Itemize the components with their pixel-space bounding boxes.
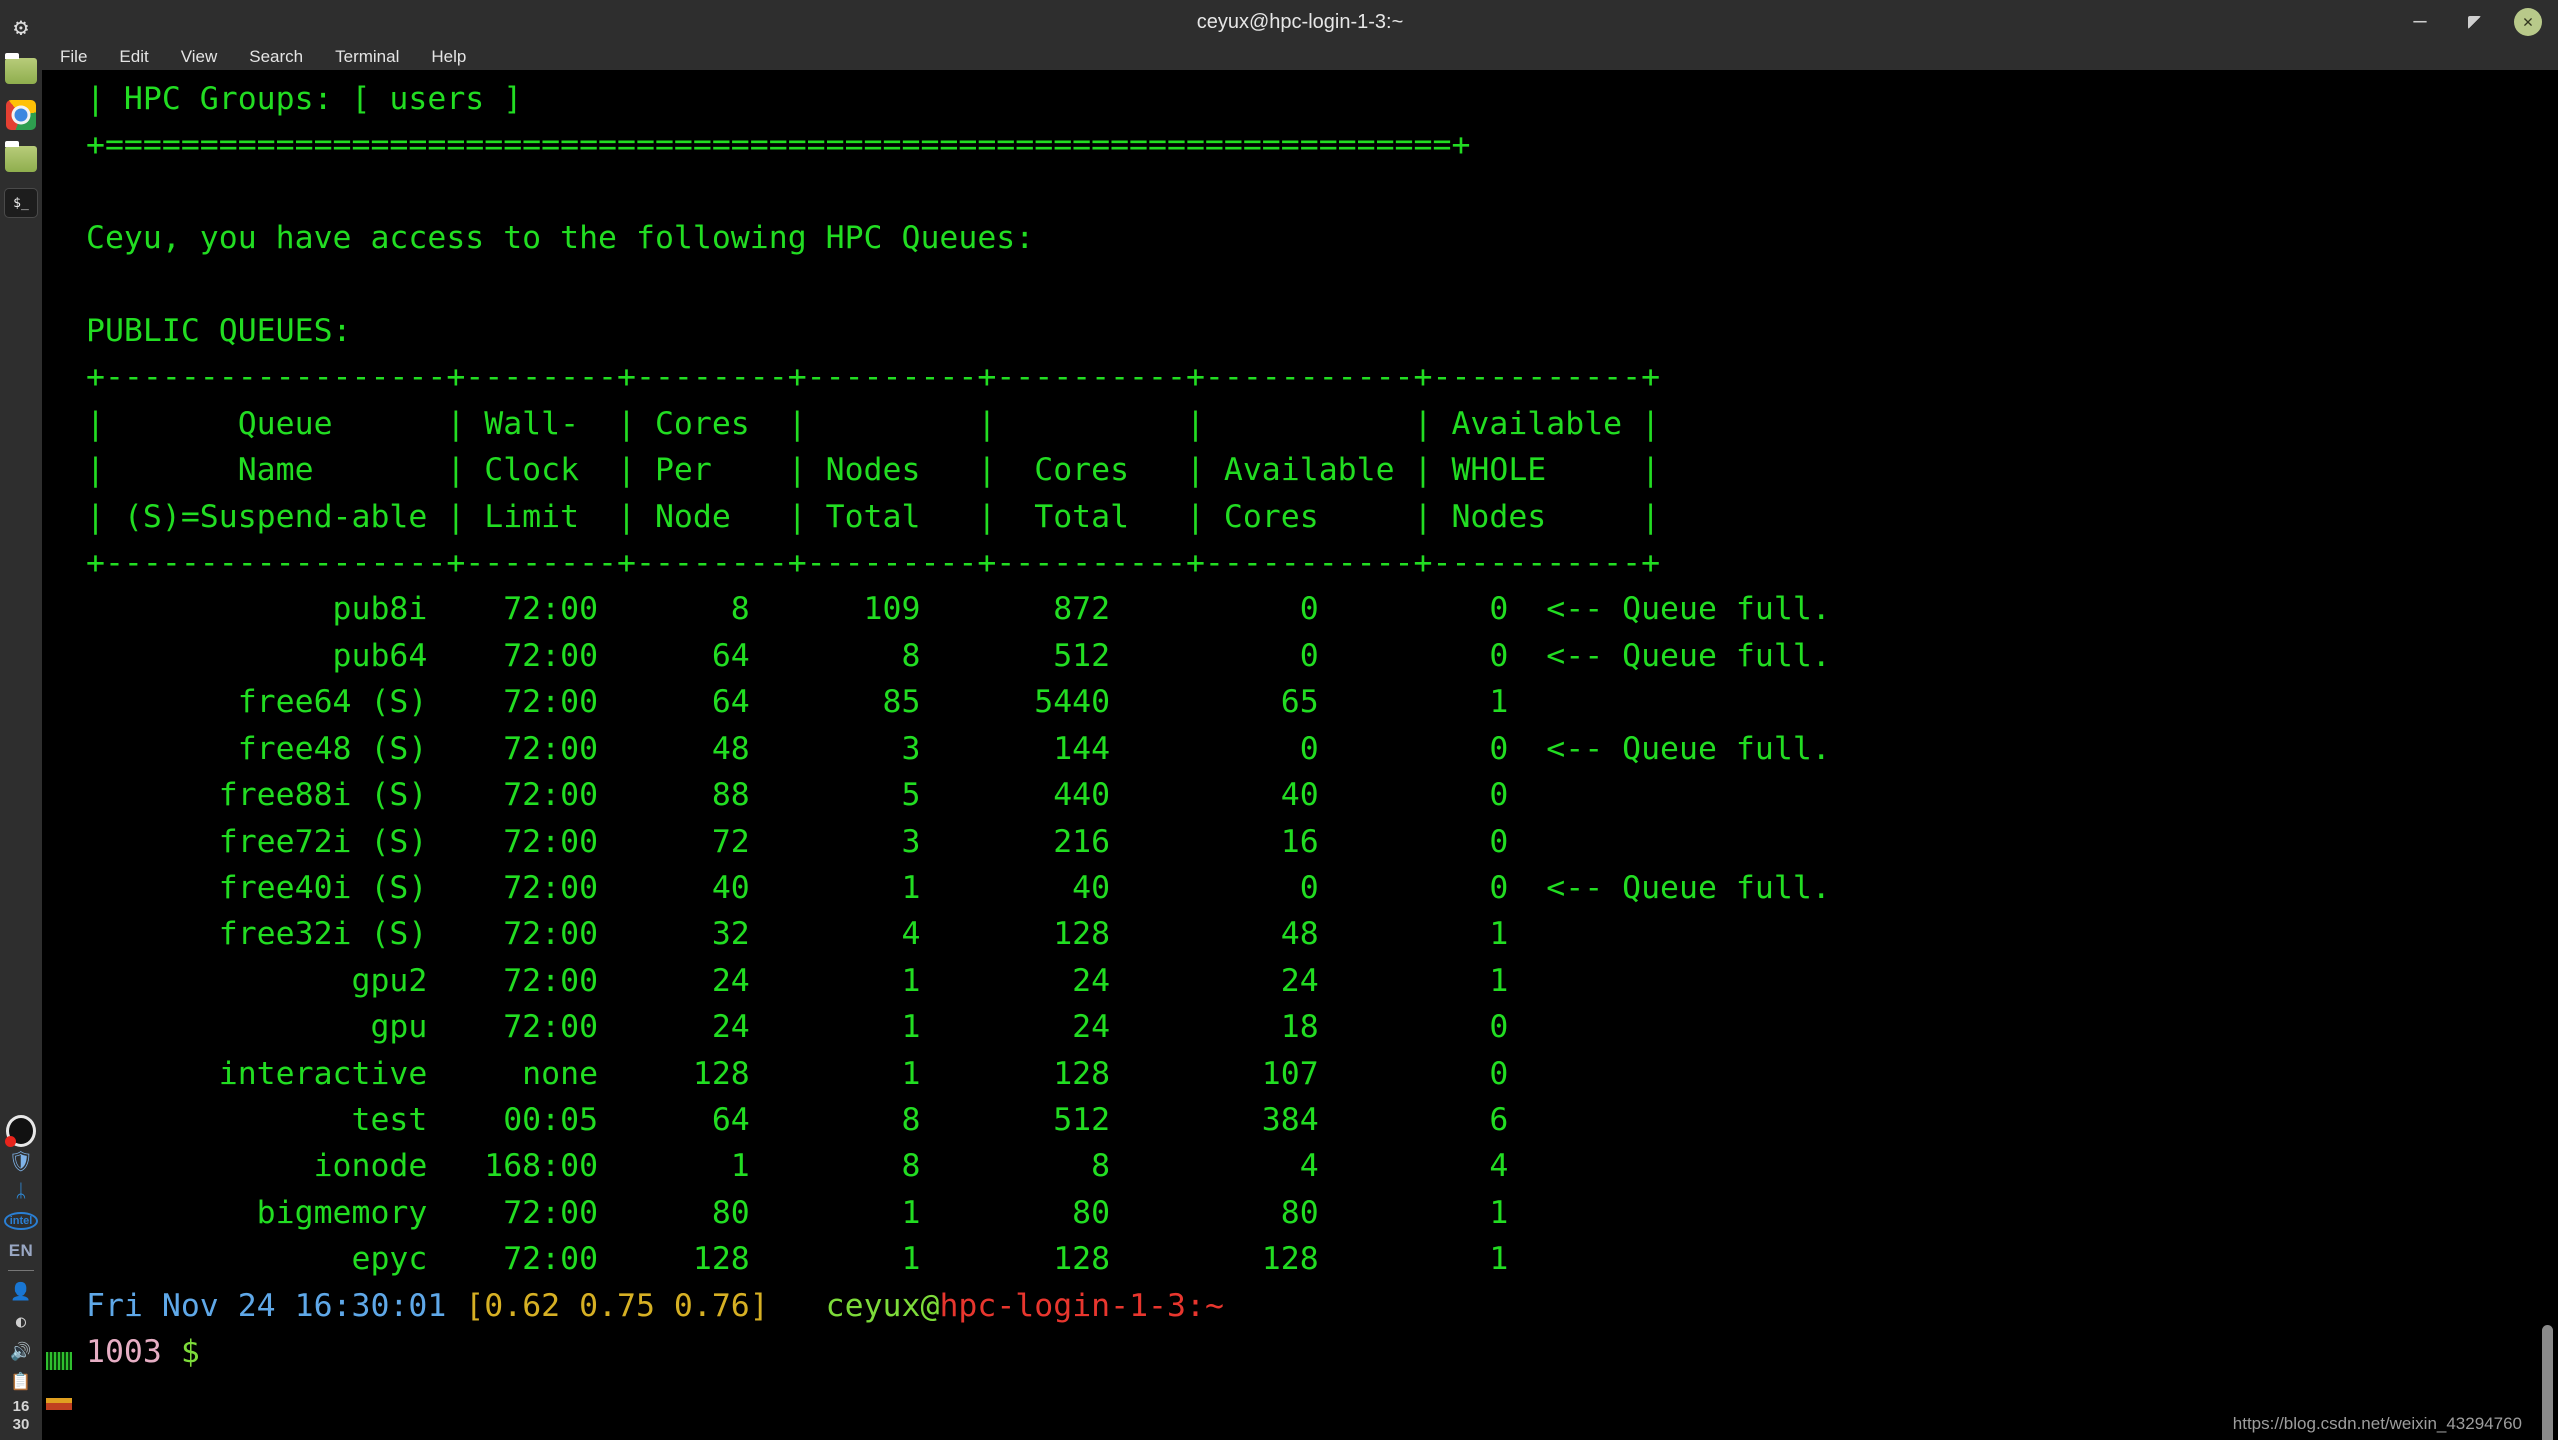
queue-table-row: free48 (S) 72:00 48 3 144 0 0 <-- Queue … xyxy=(42,726,2558,772)
menu-search[interactable]: Search xyxy=(245,46,307,68)
desktop-root: ⚙ $_ 🛡 ᛦ intel EN 👤 ◐ 🔊 📋 16 30 ceyux@hp… xyxy=(0,0,2558,1440)
window-titlebar[interactable]: ceyux@hpc-login-1-3:~ – ✕ xyxy=(42,0,2558,44)
minimize-icon[interactable]: – xyxy=(2406,8,2434,36)
documents-folder-icon[interactable] xyxy=(4,142,38,176)
prompt-line-1: Fri Nov 24 16:30:01 [0.62 0.75 0.76] cey… xyxy=(42,1283,2558,1329)
terminal-window: ceyux@hpc-login-1-3:~ – ✕ File Edit View… xyxy=(42,0,2558,1440)
scrollbar-thumb[interactable] xyxy=(2542,1325,2553,1440)
prompt-history-number: 1003 xyxy=(86,1334,162,1370)
window-title: ceyux@hpc-login-1-3:~ xyxy=(42,11,2558,34)
queue-table-row: free88i (S) 72:00 88 5 440 40 0 xyxy=(42,772,2558,818)
system-tray: 🛡 ᛦ intel EN 👤 ◐ 🔊 📋 16 30 xyxy=(0,1115,42,1440)
queue-table-row: gpu 72:00 24 1 24 18 0 xyxy=(42,1004,2558,1050)
tray-clock-hour[interactable]: 16 xyxy=(13,1399,30,1414)
tray-divider xyxy=(8,1270,34,1271)
section-title: PUBLIC QUEUES: xyxy=(42,308,2558,354)
clipboard-icon[interactable]: 📋 xyxy=(6,1368,36,1396)
prompt-gutter-bar-icon xyxy=(46,1398,72,1410)
hpc-groups-line: | HPC Groups: [ users ] xyxy=(42,76,2558,122)
prompt-space-1 xyxy=(446,1288,465,1324)
close-icon[interactable]: ✕ xyxy=(2514,8,2542,36)
queue-table-row: gpu2 72:00 24 1 24 24 1 xyxy=(42,958,2558,1004)
queue-table-row: free32i (S) 72:00 32 4 128 48 1 xyxy=(42,911,2558,957)
intel-graphics-icon[interactable]: intel xyxy=(6,1207,36,1235)
queue-table-row: free72i (S) 72:00 72 3 216 16 0 xyxy=(42,819,2558,865)
bluetooth-icon[interactable]: ᛦ xyxy=(6,1177,36,1205)
prompt-gutter-graph-icon xyxy=(46,1352,72,1370)
terminal-icon[interactable]: $_ xyxy=(4,186,38,220)
prompt-loadavg: [0.62 0.75 0.76] xyxy=(465,1288,768,1324)
settings-icon[interactable]: ⚙ xyxy=(4,10,38,44)
table-rule-bottom: +------------------+--------+--------+--… xyxy=(42,540,2558,586)
prompt-symbol: $ xyxy=(181,1334,200,1370)
files-folder-icon[interactable] xyxy=(4,54,38,88)
security-shield-icon[interactable]: 🛡 xyxy=(6,1147,36,1175)
queue-table-row: free40i (S) 72:00 40 1 40 0 0 <-- Queue … xyxy=(42,865,2558,911)
menu-bar: File Edit View Search Terminal Help xyxy=(42,44,2558,70)
blank-line-1 xyxy=(42,169,2558,215)
terminal-output-area[interactable]: | HPC Groups: [ users ] +===============… xyxy=(42,70,2558,1440)
table-header-row-2: | Name | Clock | Per | Nodes | Cores | A… xyxy=(42,447,2558,493)
prompt-datetime: Fri Nov 24 16:30:01 xyxy=(86,1288,446,1324)
menu-view[interactable]: View xyxy=(177,46,222,68)
input-language-icon[interactable]: EN xyxy=(6,1237,36,1265)
volume-icon[interactable]: 🔊 xyxy=(6,1338,36,1366)
queue-table-row: free64 (S) 72:00 64 85 5440 65 1 xyxy=(42,679,2558,725)
input-language-label: EN xyxy=(9,1241,34,1261)
prompt-space-2 xyxy=(769,1288,826,1324)
menu-file[interactable]: File xyxy=(56,46,91,68)
menu-edit[interactable]: Edit xyxy=(115,46,152,68)
queue-table-row: pub64 72:00 64 8 512 0 0 <-- Queue full. xyxy=(42,633,2558,679)
terminal-icon-label: $_ xyxy=(4,188,38,218)
menu-help[interactable]: Help xyxy=(427,46,470,68)
queue-table-body: pub8i 72:00 8 109 872 0 0 <-- Queue full… xyxy=(42,586,2558,1282)
table-header-row-1: | Queue | Wall- | Cores | | | | Availabl… xyxy=(42,401,2558,447)
queue-table-row: bigmemory 72:00 80 1 80 80 1 xyxy=(42,1190,2558,1236)
greeting-line: Ceyu, you have access to the following H… xyxy=(42,215,2558,261)
prompt-host: hpc-login-1-3:~ xyxy=(939,1288,1223,1324)
queue-table-row: interactive none 128 1 128 107 0 xyxy=(42,1051,2558,1097)
watermark-text: https://blog.csdn.net/weixin_43294760 xyxy=(2233,1414,2522,1434)
prompt-space-3 xyxy=(162,1334,181,1370)
terminal-scrollbar[interactable] xyxy=(2536,70,2558,1440)
queue-table-row: epyc 72:00 128 1 128 128 1 xyxy=(42,1236,2558,1282)
user-account-icon[interactable]: 👤 xyxy=(6,1278,36,1306)
window-controls: – ✕ xyxy=(2406,0,2542,44)
prompt-line-2: 1003 $ xyxy=(42,1329,2558,1375)
queue-table-row: ionode 168:00 1 8 8 4 4 xyxy=(42,1143,2558,1189)
queue-table-row: test 00:05 64 8 512 384 6 xyxy=(42,1097,2558,1143)
wifi-icon[interactable]: ◐ xyxy=(6,1308,36,1336)
desktop-launcher-bar: ⚙ $_ 🛡 ᛦ intel EN 👤 ◐ 🔊 📋 16 30 xyxy=(0,0,42,1440)
intel-label: intel xyxy=(4,1212,39,1230)
obs-studio-icon[interactable] xyxy=(6,1117,36,1145)
menu-terminal[interactable]: Terminal xyxy=(331,46,403,68)
tray-clock-minute[interactable]: 30 xyxy=(13,1417,30,1432)
google-chrome-icon[interactable] xyxy=(4,98,38,132)
table-header-row-3: | (S)=Suspend-able | Limit | Node | Tota… xyxy=(42,494,2558,540)
prompt-user: ceyux@ xyxy=(826,1288,940,1324)
header-rule: +=======================================… xyxy=(42,122,2558,168)
maximize-icon[interactable] xyxy=(2460,8,2488,36)
blank-line-2 xyxy=(42,262,2558,308)
queue-table-row: pub8i 72:00 8 109 872 0 0 <-- Queue full… xyxy=(42,586,2558,632)
table-rule-top: +------------------+--------+--------+--… xyxy=(42,354,2558,400)
